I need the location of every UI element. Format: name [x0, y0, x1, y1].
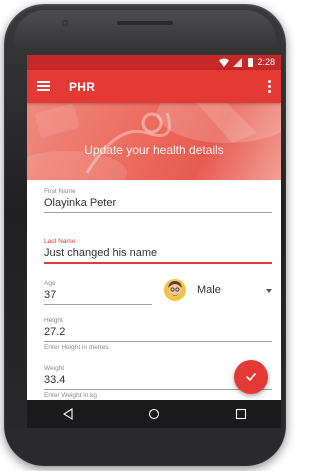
- weight-underline: [44, 389, 272, 390]
- status-icons: 2:28: [219, 57, 275, 67]
- signal-icon: [233, 57, 243, 67]
- height-field[interactable]: Height 27.2 Enter Height in metres: [44, 317, 272, 351]
- first-name-label: First Name: [44, 188, 76, 195]
- age-label: Age: [44, 280, 56, 287]
- app-title: PHR: [69, 80, 96, 94]
- battery-icon: [248, 57, 254, 67]
- dropdown-arrow-icon: [266, 289, 272, 293]
- save-fab-button[interactable]: [234, 360, 268, 394]
- height-label: Height: [44, 317, 63, 324]
- gender-dropdown[interactable]: Male: [164, 279, 274, 303]
- age-input[interactable]: 37: [44, 289, 152, 301]
- screen: 2:28 PHR Update your health details Firs…: [27, 55, 281, 428]
- header-banner: Update your health details: [27, 103, 281, 180]
- first-name-input[interactable]: Olayinka Peter: [44, 197, 272, 209]
- front-camera: [62, 20, 68, 26]
- gender-value: Male: [197, 284, 221, 296]
- first-name-underline: [44, 212, 272, 213]
- weight-helper-text: Enter Weight in kg: [44, 392, 97, 399]
- recent-apps-icon[interactable]: [235, 408, 247, 420]
- phone-frame: 2:28 PHR Update your health details Firs…: [4, 4, 286, 466]
- avatar-icon: [164, 279, 186, 301]
- navigation-bar: [27, 400, 281, 428]
- age-field[interactable]: Age 37: [44, 280, 152, 305]
- last-name-input[interactable]: Just changed his name: [44, 247, 272, 259]
- hero-title: Update your health details: [84, 143, 224, 157]
- wifi-icon: [219, 58, 230, 67]
- home-icon[interactable]: [148, 408, 160, 420]
- phone-sheen: [14, 10, 276, 50]
- app-bar: PHR: [27, 70, 281, 103]
- height-helper-text: Enter Height in metres: [44, 344, 109, 351]
- age-underline: [44, 304, 152, 305]
- last-name-label: Last Name: [44, 238, 76, 245]
- last-name-field[interactable]: Last Name Just changed his name: [44, 238, 272, 264]
- menu-icon[interactable]: [37, 79, 51, 93]
- last-name-underline: [44, 262, 272, 264]
- overflow-menu-icon[interactable]: [267, 80, 273, 94]
- height-input[interactable]: 27.2: [44, 326, 272, 338]
- first-name-field[interactable]: First Name Olayinka Peter: [44, 188, 272, 213]
- stethoscope-illustration: [27, 103, 281, 180]
- earpiece-speaker: [117, 21, 173, 25]
- status-bar: 2:28: [27, 55, 281, 70]
- status-time: 2:28: [257, 57, 275, 67]
- check-icon: [246, 373, 256, 382]
- height-underline: [44, 341, 272, 342]
- back-icon[interactable]: [62, 408, 74, 420]
